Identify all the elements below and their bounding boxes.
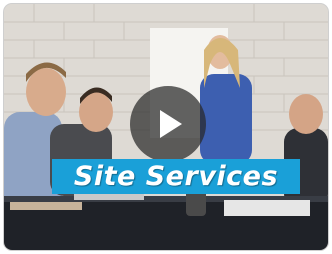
video-caption-banner: Site Services [52,159,300,194]
play-button[interactable] [130,86,206,162]
play-icon [160,110,182,138]
video-caption: Site Services [73,161,279,192]
video-thumbnail[interactable]: Site Services [4,4,328,250]
